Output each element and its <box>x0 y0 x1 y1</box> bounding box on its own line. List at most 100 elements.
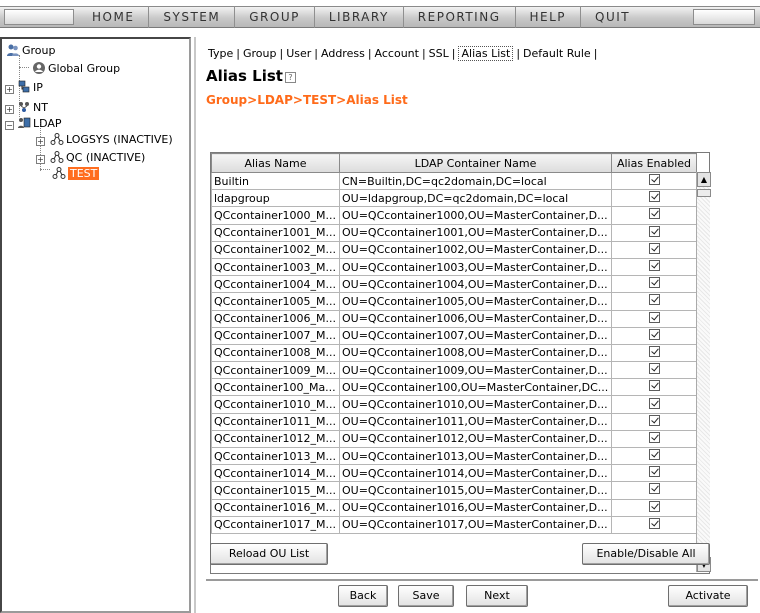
checkbox-checked-icon[interactable] <box>648 345 660 357</box>
table-row[interactable]: QCcontainer1010_M... OU=QCcontainer1010,O… <box>211 395 697 414</box>
table-row[interactable]: QCcontainer1009_M... OU=QCcontainer1009,O… <box>211 361 697 380</box>
ldap-container-cell[interactable]: OU=QCcontainer1014,OU=MasterContainer,D.… <box>339 464 612 483</box>
ldap-container-cell[interactable]: OU=QCcontainer1009,OU=MasterContainer,D.… <box>339 361 612 380</box>
table-row[interactable]: QCcontainer1017_M... OU=QCcontainer1017,O… <box>211 515 697 534</box>
checkbox-checked-icon[interactable] <box>648 191 660 203</box>
tab-alias-list[interactable]: Alias List <box>458 46 514 61</box>
alias-name-cell[interactable]: QCcontainer1002_M... <box>211 240 340 259</box>
back-button[interactable]: Back <box>338 585 388 607</box>
checkbox-checked-icon[interactable] <box>648 500 660 512</box>
alias-name-cell[interactable]: QCcontainer1013_M... <box>211 446 340 466</box>
table-row[interactable]: QCcontainer1016_M... OU=QCcontainer1016,O… <box>211 498 697 517</box>
menu-help[interactable]: HELP <box>514 6 581 28</box>
expand-toggle[interactable]: + <box>5 105 14 114</box>
ldap-container-cell[interactable]: OU=QCcontainer1007,OU=MasterContainer,D.… <box>339 326 612 345</box>
activate-button[interactable]: Activate <box>668 585 748 607</box>
ldap-container-cell[interactable]: OU=QCcontainer1000,OU=MasterContainer,D.… <box>339 206 612 225</box>
alias-name-cell[interactable]: QCcontainer1003_M... <box>211 257 340 277</box>
alias-name-cell[interactable]: QCcontainer1014_M... <box>211 464 340 483</box>
checkbox-checked-icon[interactable] <box>648 260 660 272</box>
ldap-container-cell[interactable]: OU=ldapgroup,DC=qc2domain,DC=local <box>339 189 612 208</box>
ldap-container-cell[interactable]: OU=QCcontainer1015,OU=MasterContainer,D.… <box>339 481 612 500</box>
checkbox-checked-icon[interactable] <box>648 517 660 529</box>
alias-name-cell[interactable]: QCcontainer1000_M... <box>211 206 340 225</box>
alias-name-cell[interactable]: QCcontainer1006_M... <box>211 309 340 328</box>
alias-name-cell[interactable]: Builtin <box>211 171 340 191</box>
checkbox-checked-icon[interactable] <box>648 242 660 254</box>
alias-name-cell[interactable]: QCcontainer1001_M... <box>211 223 340 242</box>
enable-disable-all-button[interactable]: Enable/Disable All <box>582 543 710 565</box>
ldap-container-cell[interactable]: OU=QCcontainer1003,OU=MasterContainer,D.… <box>339 257 612 277</box>
help-icon[interactable]: ? <box>284 72 296 83</box>
checkbox-checked-icon[interactable] <box>648 311 660 323</box>
tab-ssl[interactable]: SSL <box>429 47 449 60</box>
table-row[interactable]: QCcontainer1007_M... OU=QCcontainer1007,O… <box>211 326 697 345</box>
ldap-container-cell[interactable]: OU=QCcontainer1005,OU=MasterContainer,D.… <box>339 292 612 311</box>
column-header[interactable]: Alias Enabled <box>611 153 697 173</box>
alias-name-cell[interactable]: QCcontainer1015_M... <box>211 481 340 500</box>
collapse-toggle[interactable]: − <box>5 121 14 130</box>
tree-node-ldap[interactable]: LDAP <box>17 116 62 131</box>
ldap-container-cell[interactable]: OU=QCcontainer1006,OU=MasterContainer,D.… <box>339 309 612 328</box>
alias-name-cell[interactable]: QCcontainer1004_M... <box>211 275 340 294</box>
ldap-container-cell[interactable]: OU=QCcontainer1010,OU=MasterContainer,D.… <box>339 395 612 414</box>
alias-name-cell[interactable]: QCcontainer1005_M... <box>211 292 340 311</box>
alias-name-cell[interactable]: QCcontainer1009_M... <box>211 361 340 380</box>
ldap-container-cell[interactable]: OU=QCcontainer1012,OU=MasterContainer,D.… <box>339 429 612 449</box>
table-row[interactable]: Builtin CN=Builtin,DC=qc2domain,DC=local <box>211 171 697 191</box>
save-button[interactable]: Save <box>398 585 454 607</box>
table-row[interactable]: QCcontainer1000_M... OU=QCcontainer1000,O… <box>211 206 697 225</box>
ldap-container-cell[interactable]: OU=QCcontainer1002,OU=MasterContainer,D.… <box>339 240 612 259</box>
table-row[interactable]: ldapgroup OU=ldapgroup,DC=qc2domain,DC=lo… <box>211 189 697 208</box>
tab-type[interactable]: Type <box>208 47 233 60</box>
table-row[interactable]: QCcontainer1001_M... OU=QCcontainer1001,O… <box>211 223 697 242</box>
table-row[interactable]: QCcontainer100_Ma... OU=QCcontainer100,OU… <box>211 378 697 397</box>
checkbox-checked-icon[interactable] <box>648 431 660 443</box>
table-row[interactable]: QCcontainer1005_M... OU=QCcontainer1005,O… <box>211 292 697 311</box>
alias-name-cell[interactable]: ldapgroup <box>211 189 340 208</box>
ldap-container-cell[interactable]: CN=Builtin,DC=qc2domain,DC=local <box>339 171 612 191</box>
checkbox-checked-icon[interactable] <box>648 328 660 340</box>
column-header[interactable]: LDAP Container Name <box>339 153 612 173</box>
table-scrollbar[interactable]: ▲ ▼ <box>696 172 711 572</box>
ldap-container-cell[interactable]: OU=QCcontainer1013,OU=MasterContainer,D.… <box>339 446 612 466</box>
tree-node-logsys[interactable]: LOGSYS (INACTIVE) <box>50 132 173 147</box>
checkbox-checked-icon[interactable] <box>648 225 660 237</box>
table-row[interactable]: QCcontainer1008_M... OU=QCcontainer1008,O… <box>211 343 697 363</box>
alias-name-cell[interactable]: QCcontainer1010_M... <box>211 395 340 414</box>
menu-home[interactable]: HOME <box>78 6 148 28</box>
ldap-container-cell[interactable]: OU=QCcontainer1017,OU=MasterContainer,D.… <box>339 515 612 534</box>
alias-name-cell[interactable]: QCcontainer1007_M... <box>211 326 340 345</box>
table-row[interactable]: QCcontainer1012_M... OU=QCcontainer1012,O… <box>211 429 697 449</box>
reload-ou-list-button[interactable]: Reload OU List <box>210 543 328 565</box>
checkbox-checked-icon[interactable] <box>648 397 660 409</box>
scroll-up-icon[interactable]: ▲ <box>697 172 711 187</box>
menu-reporting[interactable]: REPORTING <box>402 6 515 28</box>
alias-name-cell[interactable]: QCcontainer1011_M... <box>211 412 340 431</box>
column-header[interactable]: Alias Name <box>211 153 340 173</box>
menu-library[interactable]: LIBRARY <box>313 6 403 28</box>
table-row[interactable]: QCcontainer1015_M... OU=QCcontainer1015,O… <box>211 481 697 500</box>
table-row[interactable]: QCcontainer1006_M... OU=QCcontainer1006,O… <box>211 309 697 328</box>
menu-system[interactable]: SYSTEM <box>148 6 234 28</box>
checkbox-checked-icon[interactable] <box>648 449 660 461</box>
tree-node-qc[interactable]: QC (INACTIVE) <box>50 150 145 165</box>
ldap-container-cell[interactable]: OU=QCcontainer1011,OU=MasterContainer,D.… <box>339 412 612 431</box>
tab-address[interactable]: Address <box>321 47 365 60</box>
ldap-container-cell[interactable]: OU=QCcontainer1004,OU=MasterContainer,D.… <box>339 275 612 294</box>
alias-name-cell[interactable]: QCcontainer1012_M... <box>211 429 340 449</box>
table-row[interactable]: QCcontainer1004_M... OU=QCcontainer1004,O… <box>211 275 697 294</box>
tab-default-rule[interactable]: Default Rule <box>523 47 591 60</box>
expand-toggle[interactable]: + <box>36 137 45 146</box>
table-row[interactable]: QCcontainer1011_M... OU=QCcontainer1011,O… <box>211 412 697 431</box>
tab-group[interactable]: Group <box>243 47 277 60</box>
table-row[interactable]: QCcontainer1014_M... OU=QCcontainer1014,O… <box>211 464 697 483</box>
checkbox-checked-icon[interactable] <box>648 294 660 306</box>
expand-toggle[interactable]: + <box>36 155 45 164</box>
checkbox-checked-icon[interactable] <box>648 363 660 375</box>
next-button[interactable]: Next <box>466 585 528 607</box>
tree-node-global-group[interactable]: Global Group <box>32 61 120 76</box>
alias-name-cell[interactable]: QCcontainer1008_M... <box>211 343 340 363</box>
ldap-container-cell[interactable]: OU=QCcontainer100,OU=MasterContainer,DC.… <box>339 378 612 397</box>
ldap-container-cell[interactable]: OU=QCcontainer1001,OU=MasterContainer,D.… <box>339 223 612 242</box>
